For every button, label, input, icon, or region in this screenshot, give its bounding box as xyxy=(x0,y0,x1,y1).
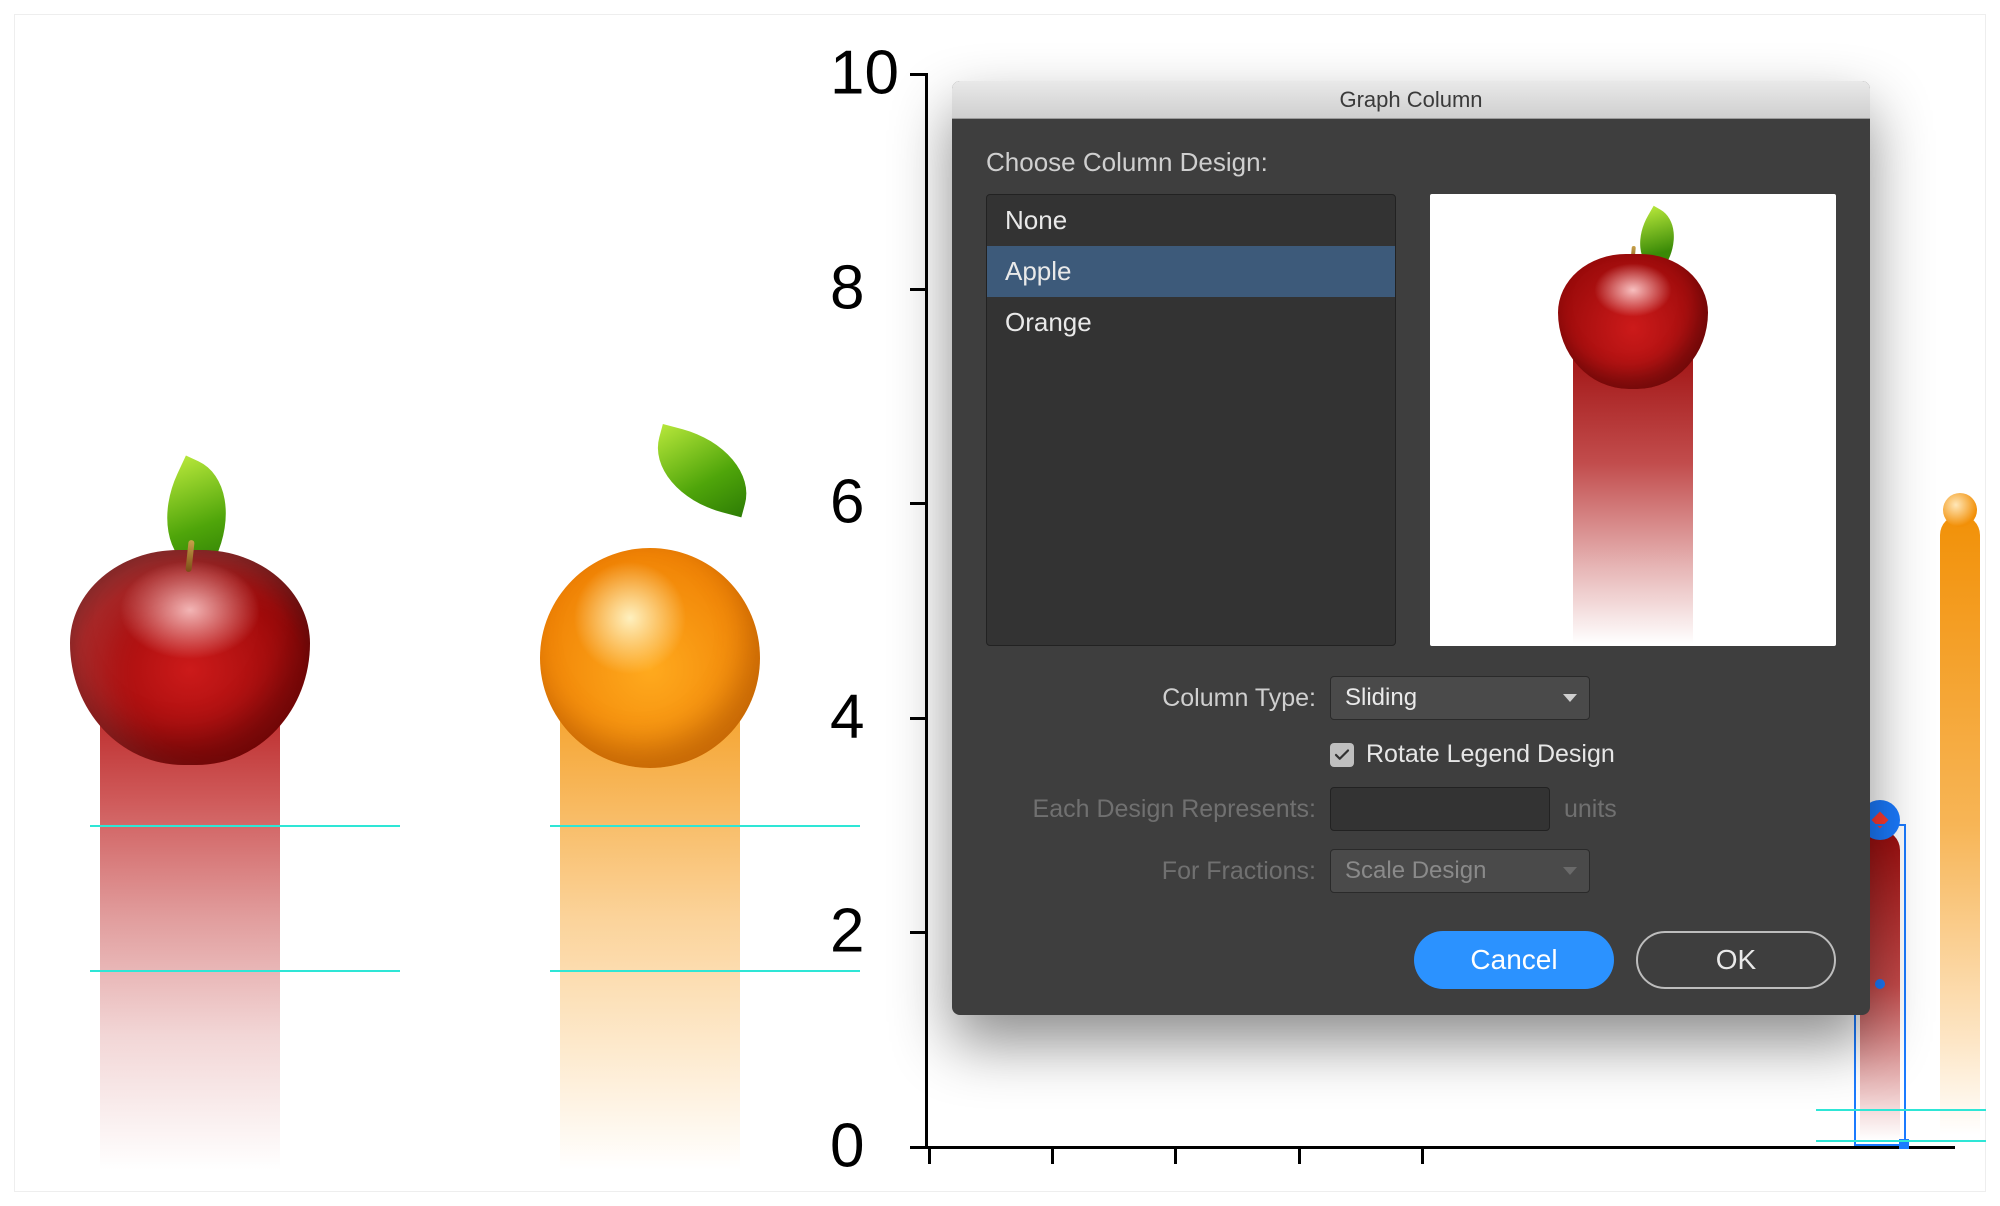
each-design-represents-label: Each Design Represents: xyxy=(986,795,1316,824)
y-tick-label: 2 xyxy=(830,896,864,967)
column-type-label: Column Type: xyxy=(986,684,1316,713)
y-tick-label: 10 xyxy=(830,38,899,109)
for-fractions-value: Scale Design xyxy=(1345,857,1486,885)
slice-guide[interactable] xyxy=(1816,1109,1986,1111)
list-item-none[interactable]: None xyxy=(987,195,1395,246)
orange-icon xyxy=(540,548,760,768)
design-preview xyxy=(1430,194,1836,646)
list-item-apple[interactable]: Apple xyxy=(987,246,1395,297)
list-item-orange[interactable]: Orange xyxy=(987,297,1395,348)
slice-guide[interactable] xyxy=(550,970,860,972)
each-design-represents-input xyxy=(1330,787,1550,831)
chevron-down-icon xyxy=(1563,694,1577,702)
y-tick-label: 4 xyxy=(830,681,864,752)
choose-column-design-label: Choose Column Design: xyxy=(986,147,1836,178)
slice-guide[interactable] xyxy=(550,825,860,827)
chart-column-orange[interactable] xyxy=(1940,515,1980,1135)
y-tick-label: 0 xyxy=(830,1111,864,1182)
check-icon xyxy=(1333,746,1351,764)
for-fractions-label: For Fractions: xyxy=(986,857,1316,886)
column-type-select[interactable]: Sliding xyxy=(1330,676,1590,720)
units-label: units xyxy=(1564,795,1617,824)
chevron-down-icon xyxy=(1563,867,1577,875)
rotate-legend-label: Rotate Legend Design xyxy=(1366,740,1615,769)
slice-guide[interactable] xyxy=(90,970,400,972)
graph-column-dialog: Graph Column Choose Column Design: None … xyxy=(952,81,1870,1015)
ok-button[interactable]: OK xyxy=(1636,931,1836,989)
slice-guide[interactable] xyxy=(1816,1140,1986,1142)
cancel-button[interactable]: Cancel xyxy=(1414,931,1614,989)
dialog-title[interactable]: Graph Column xyxy=(952,81,1870,119)
for-fractions-select: Scale Design xyxy=(1330,849,1590,893)
y-tick-label: 8 xyxy=(830,252,864,323)
slice-guide[interactable] xyxy=(90,825,400,827)
column-type-value: Sliding xyxy=(1345,684,1417,712)
y-tick-label: 6 xyxy=(830,467,864,538)
column-design-list[interactable]: None Apple Orange xyxy=(986,194,1396,646)
rotate-legend-checkbox[interactable] xyxy=(1330,743,1354,767)
